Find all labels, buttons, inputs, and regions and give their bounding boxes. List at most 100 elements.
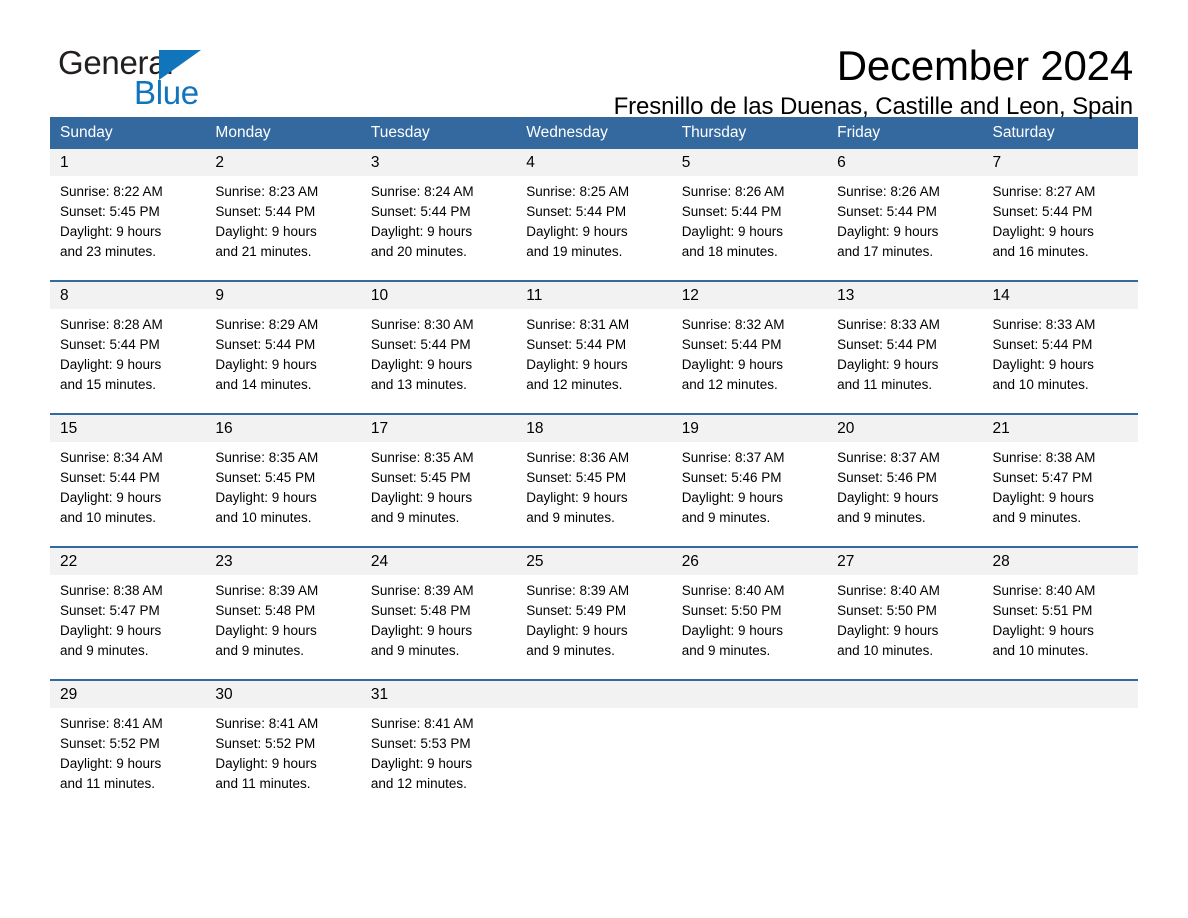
day-details: Sunrise: 8:40 AM Sunset: 5:51 PM Dayligh…	[983, 575, 1138, 679]
day-cell[interactable]: 15 Sunrise: 8:34 AM Sunset: 5:44 PM Dayl…	[50, 415, 206, 546]
day-cell[interactable]: 9 Sunrise: 8:29 AM Sunset: 5:44 PM Dayli…	[205, 282, 361, 413]
day-cell[interactable]: 25 Sunrise: 8:39 AM Sunset: 5:49 PM Dayl…	[516, 548, 672, 679]
day-number-band: 22	[50, 548, 206, 575]
day-cell[interactable]: 22 Sunrise: 8:38 AM Sunset: 5:47 PM Dayl…	[50, 548, 206, 679]
day-details: Sunrise: 8:31 AM Sunset: 5:44 PM Dayligh…	[516, 309, 671, 413]
sunset-text: Sunset: 5:45 PM	[60, 204, 160, 219]
day-cell[interactable]: 6 Sunrise: 8:26 AM Sunset: 5:44 PM Dayli…	[827, 149, 983, 280]
day-cell[interactable]: 7 Sunrise: 8:27 AM Sunset: 5:44 PM Dayli…	[982, 149, 1138, 280]
day-cell[interactable]: 12 Sunrise: 8:32 AM Sunset: 5:44 PM Dayl…	[671, 282, 828, 413]
daylight-text-line1: Daylight: 9 hours	[60, 357, 162, 372]
sunrise-text: Sunrise: 8:24 AM	[370, 184, 474, 199]
day-cell[interactable]: 14 Sunrise: 8:33 AM Sunset: 5:44 PM Dayl…	[982, 282, 1138, 413]
day-number: 10	[370, 287, 389, 304]
sunset-text: Sunset: 5:44 PM	[992, 337, 1093, 352]
day-cell[interactable]: 10 Sunrise: 8:30 AM Sunset: 5:44 PM Dayl…	[360, 282, 517, 413]
day-number-band: 8	[50, 282, 206, 309]
day-cell[interactable]: 4 Sunrise: 8:25 AM Sunset: 5:44 PM Dayli…	[516, 149, 672, 280]
day-cell[interactable]: 3 Sunrise: 8:24 AM Sunset: 5:44 PM Dayli…	[360, 149, 517, 280]
day-number-band: 19	[671, 415, 828, 442]
calendar-week-row: 22 Sunrise: 8:38 AM Sunset: 5:47 PM Dayl…	[50, 546, 1138, 679]
sunrise-text: Sunrise: 8:27 AM	[992, 184, 1096, 199]
day-details: Sunrise: 8:32 AM Sunset: 5:44 PM Dayligh…	[672, 309, 827, 413]
calendar-week-row: 1 Sunrise: 8:22 AM Sunset: 5:45 PM Dayli…	[50, 149, 1138, 280]
daylight-text-line1: Daylight: 9 hours	[60, 224, 162, 239]
day-number-band	[982, 681, 1138, 708]
sunset-text: Sunset: 5:50 PM	[681, 603, 782, 618]
day-number-band: 26	[671, 548, 828, 575]
day-details: Sunrise: 8:25 AM Sunset: 5:44 PM Dayligh…	[516, 176, 671, 280]
daylight-text-line1: Daylight: 9 hours	[992, 224, 1094, 239]
sunset-text: Sunset: 5:53 PM	[370, 736, 471, 751]
day-number: 28	[992, 553, 1010, 570]
day-cell[interactable]: 28 Sunrise: 8:40 AM Sunset: 5:51 PM Dayl…	[982, 548, 1138, 679]
day-cell[interactable]: 30 Sunrise: 8:41 AM Sunset: 5:52 PM Dayl…	[205, 681, 361, 816]
day-number: 30	[215, 686, 233, 703]
day-details	[672, 708, 827, 816]
daylight-text-line2: and 12 minutes.	[526, 377, 623, 392]
day-number-band	[827, 681, 983, 708]
day-number-band: 7	[982, 149, 1138, 176]
daylight-text-line1: Daylight: 9 hours	[837, 490, 939, 505]
sunset-text: Sunset: 5:44 PM	[215, 204, 316, 219]
day-details: Sunrise: 8:38 AM Sunset: 5:47 PM Dayligh…	[50, 575, 205, 679]
sunrise-text: Sunrise: 8:33 AM	[837, 317, 940, 332]
daylight-text-line2: and 9 minutes.	[681, 510, 771, 525]
sunrise-text: Sunrise: 8:28 AM	[60, 317, 163, 332]
sunrise-text: Sunrise: 8:40 AM	[837, 583, 940, 598]
day-number: 5	[681, 154, 691, 171]
sunset-text: Sunset: 5:52 PM	[215, 736, 316, 751]
day-number: 23	[215, 553, 233, 570]
day-cell[interactable]: 1 Sunrise: 8:22 AM Sunset: 5:45 PM Dayli…	[50, 149, 206, 280]
sunrise-text: Sunrise: 8:41 AM	[370, 716, 474, 731]
sunrise-text: Sunrise: 8:37 AM	[837, 450, 940, 465]
day-cell[interactable]: 23 Sunrise: 8:39 AM Sunset: 5:48 PM Dayl…	[205, 548, 361, 679]
daylight-text-line1: Daylight: 9 hours	[60, 490, 162, 505]
daylight-text-line1: Daylight: 9 hours	[215, 490, 317, 505]
day-cell[interactable]: 8 Sunrise: 8:28 AM Sunset: 5:44 PM Dayli…	[50, 282, 206, 413]
day-cell[interactable]: 17 Sunrise: 8:35 AM Sunset: 5:45 PM Dayl…	[360, 415, 517, 546]
day-cell[interactable]: 5 Sunrise: 8:26 AM Sunset: 5:44 PM Dayli…	[671, 149, 828, 280]
day-cell[interactable]: 24 Sunrise: 8:39 AM Sunset: 5:48 PM Dayl…	[360, 548, 517, 679]
daylight-text-line2: and 10 minutes.	[215, 510, 312, 525]
sunset-text: Sunset: 5:45 PM	[215, 470, 316, 485]
sunset-text: Sunset: 5:49 PM	[526, 603, 627, 618]
day-number: 25	[526, 553, 544, 570]
day-cell[interactable]: 20 Sunrise: 8:37 AM Sunset: 5:46 PM Dayl…	[827, 415, 983, 546]
daylight-text-line2: and 14 minutes.	[215, 377, 312, 392]
sunrise-text: Sunrise: 8:32 AM	[681, 317, 785, 332]
day-number: 21	[992, 420, 1010, 437]
daylight-text-line1: Daylight: 9 hours	[370, 357, 473, 372]
day-cell[interactable]: 2 Sunrise: 8:23 AM Sunset: 5:44 PM Dayli…	[205, 149, 361, 280]
sunrise-text: Sunrise: 8:38 AM	[60, 583, 163, 598]
day-number-band: 16	[205, 415, 361, 442]
daylight-text-line1: Daylight: 9 hours	[215, 224, 317, 239]
day-number-band: 29	[50, 681, 206, 708]
day-cell[interactable]: 19 Sunrise: 8:37 AM Sunset: 5:46 PM Dayl…	[671, 415, 828, 546]
day-cell[interactable]: 27 Sunrise: 8:40 AM Sunset: 5:50 PM Dayl…	[827, 548, 983, 679]
day-number-band: 3	[360, 149, 517, 176]
sunrise-text: Sunrise: 8:39 AM	[370, 583, 474, 598]
day-cell[interactable]: 18 Sunrise: 8:36 AM Sunset: 5:45 PM Dayl…	[516, 415, 672, 546]
day-cell[interactable]: 13 Sunrise: 8:33 AM Sunset: 5:44 PM Dayl…	[827, 282, 983, 413]
day-number-band: 13	[827, 282, 983, 309]
day-details: Sunrise: 8:24 AM Sunset: 5:44 PM Dayligh…	[361, 176, 516, 280]
day-number-band: 25	[516, 548, 672, 575]
day-number-band: 24	[360, 548, 517, 575]
day-number-band: 15	[50, 415, 206, 442]
sunrise-text: Sunrise: 8:31 AM	[526, 317, 630, 332]
daylight-text-line2: and 9 minutes.	[370, 643, 460, 658]
day-cell[interactable]: 31 Sunrise: 8:41 AM Sunset: 5:53 PM Dayl…	[360, 681, 517, 816]
daylight-text-line1: Daylight: 9 hours	[992, 357, 1094, 372]
day-cell[interactable]: 16 Sunrise: 8:35 AM Sunset: 5:45 PM Dayl…	[205, 415, 361, 546]
day-cell[interactable]: 21 Sunrise: 8:38 AM Sunset: 5:47 PM Dayl…	[982, 415, 1138, 546]
day-details: Sunrise: 8:41 AM Sunset: 5:52 PM Dayligh…	[50, 708, 205, 816]
sunrise-text: Sunrise: 8:23 AM	[215, 184, 319, 199]
day-number-band: 14	[982, 282, 1138, 309]
sunset-text: Sunset: 5:51 PM	[992, 603, 1093, 618]
sunrise-text: Sunrise: 8:40 AM	[681, 583, 785, 598]
day-cell[interactable]: 11 Sunrise: 8:31 AM Sunset: 5:44 PM Dayl…	[516, 282, 672, 413]
day-cell[interactable]: 29 Sunrise: 8:41 AM Sunset: 5:52 PM Dayl…	[50, 681, 206, 816]
day-cell[interactable]: 26 Sunrise: 8:40 AM Sunset: 5:50 PM Dayl…	[671, 548, 828, 679]
sunrise-text: Sunrise: 8:33 AM	[992, 317, 1096, 332]
